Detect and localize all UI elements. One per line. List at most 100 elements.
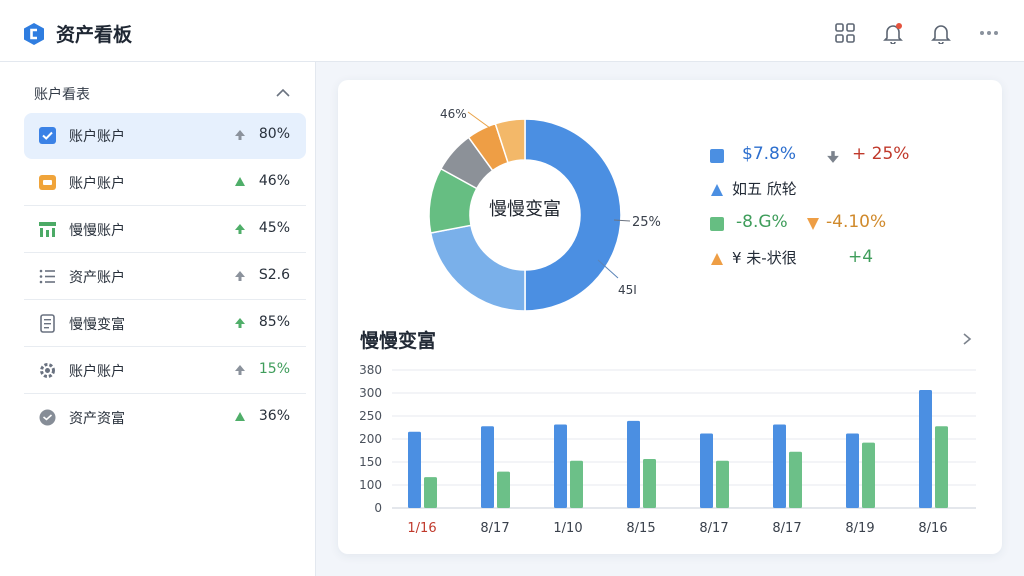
sidebar-item-label: 资产账户 (69, 270, 125, 286)
donut-center-label: 慢慢变富 (489, 199, 561, 220)
donut-label-right: 25% (632, 215, 661, 230)
bar-s1-7 (846, 433, 859, 508)
square-marker-icon (710, 149, 724, 163)
sidebar-item-label: 慢慢账户 (69, 223, 125, 239)
x-tick-label: 8/16 (918, 521, 947, 536)
sidebar-item-value: S2.6 (258, 267, 290, 283)
legend-text-2: 如五 欣轮 (732, 180, 797, 198)
bar-s2-7 (862, 442, 875, 508)
coin-icon (39, 409, 56, 426)
sidebar-item-4[interactable]: 资产账户 S2.6 (24, 254, 306, 300)
square-marker-icon (710, 217, 724, 231)
legend-row-3: -8.G% -4.10% (710, 212, 990, 238)
top-header: 资产看板 (0, 0, 1024, 62)
y-tick-label: 300 (359, 386, 382, 400)
bar-s2-5 (716, 460, 729, 508)
legend-value-3: -8.G% (736, 212, 788, 232)
x-tick-label: 8/17 (699, 521, 728, 536)
sidebar-item-2[interactable]: 账户账户 46% (24, 160, 306, 206)
sidebar-item-7[interactable]: 资产资富 36% (24, 395, 306, 441)
y-tick-label: 380 (359, 363, 382, 377)
bar-s1-8 (919, 389, 932, 508)
checkbox-icon (39, 127, 56, 144)
legend-change-3: -4.10% (826, 212, 887, 232)
legend-change-4: +4 (848, 247, 874, 267)
bar-s1-1 (408, 431, 421, 508)
grid-icon[interactable] (834, 22, 856, 44)
donut-label-top: 46% (440, 107, 467, 121)
chevron-up-icon[interactable] (274, 84, 292, 102)
legend-row-4: ¥ 未-状很 +4 (710, 247, 990, 273)
sidebar-item-label: 账户账户 (69, 364, 125, 380)
donut-slice-2 (429, 224, 526, 312)
legend-text-4: ¥ 未-状很 (732, 249, 797, 267)
triangle-down-icon (807, 218, 819, 230)
bar-s1-4 (627, 420, 640, 508)
legend-row-1: $7.8% + 25% (710, 144, 990, 170)
section-title: 慢慢变富 (360, 330, 437, 352)
x-tick-label: 8/17 (772, 521, 801, 536)
x-tick-label: 8/19 (845, 521, 874, 536)
list-icon (39, 269, 55, 284)
y-tick-label: 0 (374, 501, 382, 515)
y-tick-label: 250 (359, 409, 382, 423)
sidebar-item-label: 慢慢变富 (69, 317, 125, 333)
y-tick-label: 100 (359, 478, 382, 492)
bar-s2-3 (570, 460, 583, 508)
sidebar: 账户看表 账户账户 80% 账户账户 46% 慢慢账户 45% 资产账户 S2.… (0, 62, 316, 576)
trend-up-icon (235, 224, 245, 234)
trend-up-icon (235, 318, 245, 328)
donut-label-bottom: 45I (618, 283, 637, 297)
sidebar-item-value: 46% (258, 173, 290, 189)
sidebar-item-5[interactable]: 慢慢变富 85% (24, 301, 306, 347)
notification-bell-icon[interactable] (882, 22, 904, 44)
x-tick-label: 1/10 (553, 521, 582, 536)
trend-up-icon (235, 177, 245, 186)
sidebar-item-label: 资产资富 (69, 411, 125, 427)
app-logo-icon (24, 23, 44, 45)
trend-up-icon (235, 365, 245, 375)
dashboard-card: 慢慢变富 46% 25% 45I $7.8% + 25% 如五 欣轮 -8.G%… (338, 80, 1002, 554)
more-icon[interactable] (978, 22, 1000, 44)
sidebar-item-value: 80% (258, 126, 290, 142)
bar-s2-2 (497, 471, 510, 508)
trend-up-icon (235, 130, 245, 140)
app-title: 资产看板 (56, 24, 133, 46)
sidebar-item-3[interactable]: 慢慢账户 45% (24, 207, 306, 253)
bar-s2-8 (935, 426, 948, 508)
sidebar-item-value: 85% (258, 314, 290, 330)
gear-icon (40, 363, 55, 378)
sidebar-item-label: 账户账户 (69, 176, 125, 192)
sidebar-item-value: 36% (258, 408, 290, 424)
bar-s1-5 (700, 433, 713, 508)
triangle-marker-icon (711, 184, 723, 196)
bell-icon[interactable] (930, 22, 952, 44)
wallet-icon (39, 175, 56, 190)
y-tick-label: 200 (359, 432, 382, 446)
sidebar-item-value: 45% (258, 220, 290, 236)
legend-row-2: 如五 欣轮 (710, 178, 990, 204)
trend-up-icon (235, 271, 245, 281)
sidebar-title: 账户看表 (34, 87, 90, 103)
bar-s1-3 (554, 424, 567, 508)
triangle-marker-icon (711, 253, 723, 265)
bar-s1-6 (773, 424, 786, 508)
donut-chart: 慢慢变富 46% 25% 45I (428, 107, 661, 312)
document-icon (40, 314, 55, 333)
bar-s2-4 (643, 458, 656, 508)
bar-chart: 0 100 150 200 250 300 380 1/16 8/17 1/10 8/15 8/17… (359, 363, 976, 536)
y-tick-label: 150 (359, 455, 382, 469)
sidebar-item-1[interactable]: 账户账户 80% (24, 113, 306, 159)
x-tick-label: 1/16 (407, 521, 436, 536)
bar-chart-icon (39, 222, 56, 237)
bar-s1-2 (481, 426, 494, 508)
sidebar-item-label: 账户账户 (69, 129, 125, 145)
trend-up-icon (235, 412, 245, 421)
sidebar-item-value: 15% (258, 361, 290, 377)
bar-s2-6 (789, 451, 802, 508)
sidebar-item-6[interactable]: 账户账户 15% (24, 348, 306, 394)
x-tick-label: 8/15 (626, 521, 655, 536)
bar-s2-1 (424, 477, 437, 508)
chevron-right-icon[interactable] (960, 332, 974, 346)
legend-value-1: $7.8% (742, 144, 797, 164)
